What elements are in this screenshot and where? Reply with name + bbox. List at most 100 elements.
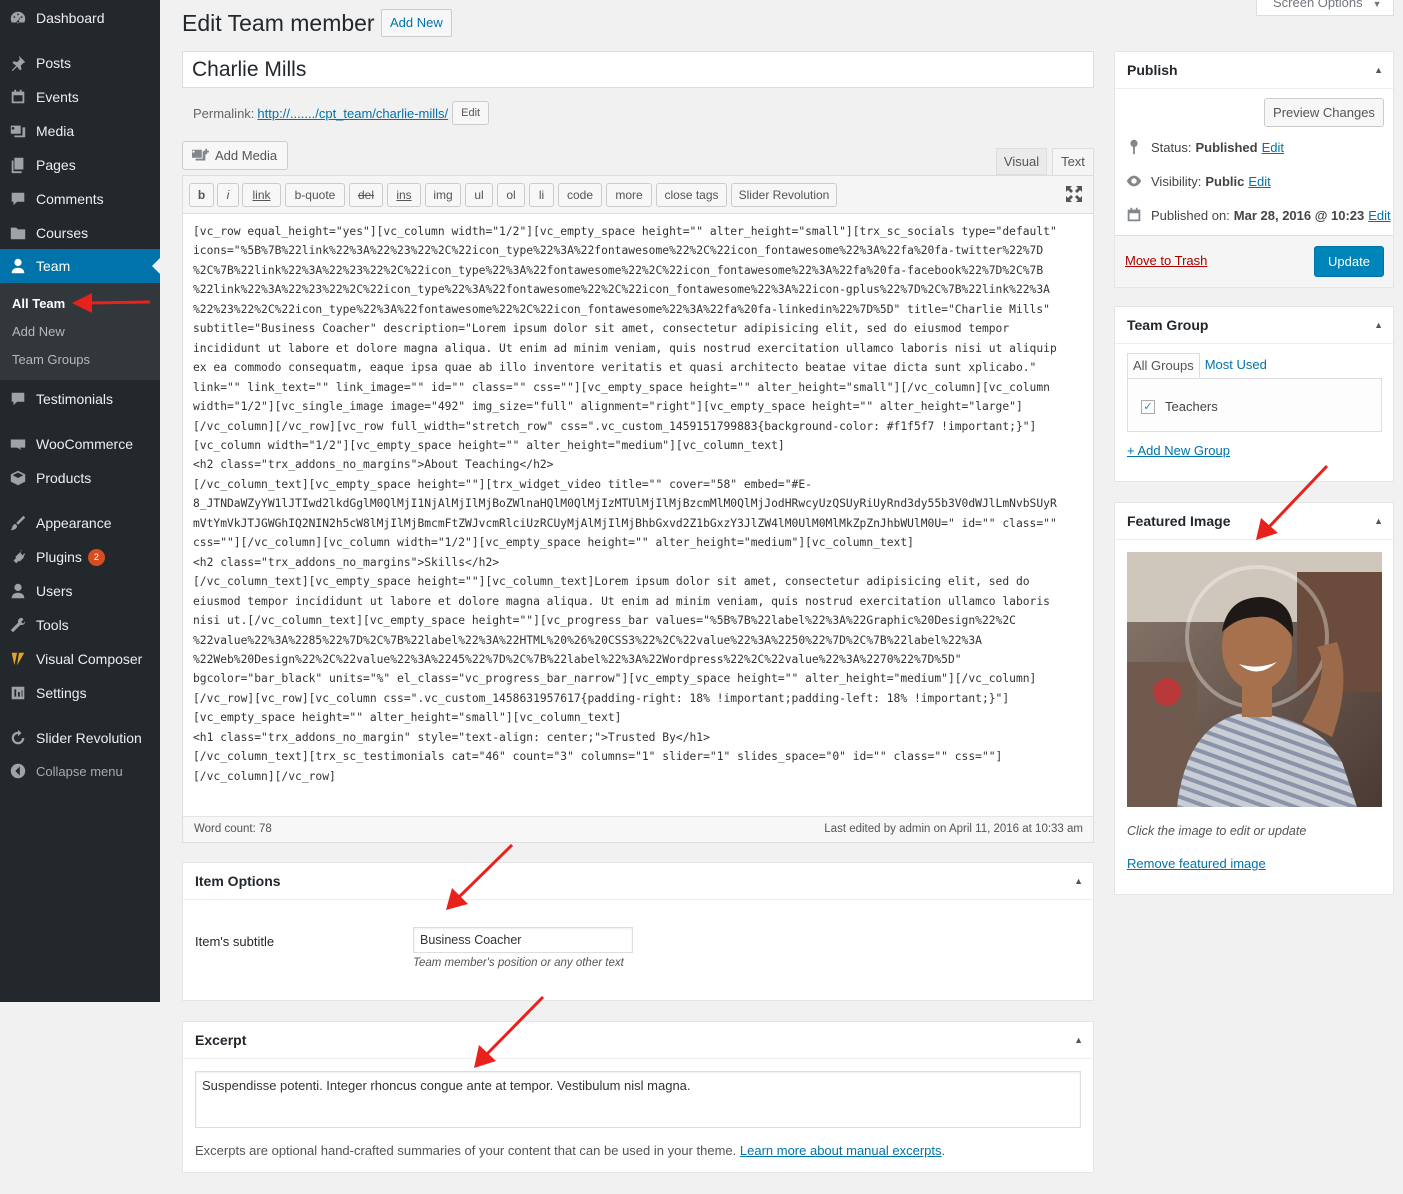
qt-img-button[interactable]: img [425, 183, 461, 207]
qt-ins-button[interactable]: ins [387, 183, 421, 207]
box-icon [0, 469, 36, 487]
submenu-add-new[interactable]: Add New [12, 324, 65, 339]
edit-permalink-button[interactable]: Edit [452, 101, 490, 125]
sidebar-label: Visual Composer [36, 651, 143, 667]
qt-slider-revolution-button[interactable]: Slider Revolution [731, 183, 837, 207]
qt-ol-button[interactable]: ol [497, 183, 525, 207]
toggle-arrow-icon[interactable]: ▲ [1074, 863, 1083, 900]
edit-visibility-link[interactable]: Edit [1248, 174, 1270, 189]
collapse-menu-button[interactable]: Collapse menu [0, 754, 160, 788]
sidebar-label: Collapse menu [36, 763, 123, 779]
sidebar-item-plugins[interactable]: Plugins 2 [0, 540, 160, 574]
publish-actions: Move to Trash Update [1115, 235, 1393, 287]
team-group-header[interactable]: Team Group ▲ [1115, 307, 1393, 344]
toggle-arrow-icon[interactable]: ▲ [1374, 307, 1383, 344]
team-submenu: All Team Add New Team Groups [0, 283, 160, 380]
eye-icon [1126, 175, 1142, 187]
qt-close-tags-button[interactable]: close tags [656, 183, 727, 207]
screen-options-button[interactable]: Screen Options ▼ [1256, 0, 1394, 16]
pin-icon [0, 54, 36, 72]
edit-status-link[interactable]: Edit [1262, 140, 1284, 155]
editor-status-bar: Word count: 78 Last edited by admin on A… [183, 816, 1093, 842]
sidebar-item-media[interactable]: Media [0, 114, 160, 148]
remove-featured-image-link[interactable]: Remove featured image [1127, 856, 1266, 871]
excerpt-box: Excerpt ▲ Suspendisse potenti. Integer rh… [182, 1021, 1094, 1173]
qt-bold-button[interactable]: b [189, 183, 214, 207]
qt-italic-button[interactable]: i [217, 183, 239, 207]
user-icon [0, 582, 36, 600]
sidebar-item-courses[interactable]: Courses [0, 216, 160, 250]
permalink-link[interactable]: http://......./cpt_team/charlie-mills/ [257, 106, 448, 121]
checkbox-checked-icon[interactable]: ✓ [1141, 399, 1155, 414]
excerpt-header[interactable]: Excerpt ▲ [183, 1022, 1093, 1059]
qt-code-button[interactable]: code [558, 183, 602, 207]
sidebar-item-products[interactable]: Products [0, 461, 160, 495]
plug-icon [0, 548, 36, 566]
preview-changes-button[interactable]: Preview Changes [1264, 98, 1384, 127]
sidebar-item-slider-revolution[interactable]: Slider Revolution [0, 721, 160, 755]
sidebar-item-pages[interactable]: Pages [0, 148, 160, 182]
sidebar-item-woocommerce[interactable]: WooCommerce [0, 427, 160, 461]
tab-all-groups[interactable]: All Groups [1127, 353, 1200, 378]
fullscreen-icon[interactable] [1065, 185, 1083, 203]
item-options-title: Item Options [195, 873, 281, 889]
sidebar-label: Tools [36, 617, 69, 633]
qt-li-button[interactable]: li [529, 183, 554, 207]
status-row: Status: Published Edit [1125, 138, 1284, 156]
published-value: Mar 28, 2016 @ 10:23 [1233, 207, 1365, 223]
tab-visual[interactable]: Visual [996, 148, 1047, 175]
qt-ul-button[interactable]: ul [465, 183, 493, 207]
update-button[interactable]: Update [1314, 246, 1384, 277]
qt-more-button[interactable]: more [606, 183, 652, 207]
group-item-teachers[interactable]: ✓ Teachers [1141, 399, 1218, 414]
add-media-button[interactable]: Add Media [182, 141, 289, 170]
publish-header[interactable]: Publish ▲ [1115, 52, 1393, 89]
calendar-icon [1127, 207, 1141, 222]
sidebar-label: Products [36, 470, 92, 486]
subtitle-input[interactable]: Business Coacher [413, 927, 633, 953]
sidebar-item-users[interactable]: Users [0, 574, 160, 608]
move-to-trash-link[interactable]: Move to Trash [1125, 253, 1207, 268]
qt-del-button[interactable]: del [349, 183, 383, 207]
add-new-button[interactable]: Add New [381, 9, 452, 37]
sidebar-item-dashboard[interactable]: Dashboard [0, 1, 160, 35]
tab-most-used[interactable]: Most Used [1200, 353, 1272, 378]
post-title-input[interactable]: Charlie Mills [182, 51, 1094, 88]
group-checklist: ✓ Teachers [1127, 378, 1382, 432]
sidebar-item-team[interactable]: Team [0, 249, 160, 283]
toggle-arrow-icon[interactable]: ▲ [1374, 503, 1383, 540]
visibility-row: Visibility: Public Edit [1125, 172, 1271, 190]
sidebar-item-comments[interactable]: Comments [0, 182, 160, 216]
sidebar-item-tools[interactable]: Tools [0, 608, 160, 642]
toggle-arrow-icon[interactable]: ▲ [1374, 52, 1383, 89]
add-media-label: Add Media [215, 148, 278, 163]
item-options-header[interactable]: Item Options ▲ [183, 863, 1093, 900]
comment-icon [0, 390, 36, 408]
qt-blockquote-button[interactable]: b-quote [285, 183, 345, 207]
published-label: Published on: [1151, 207, 1230, 223]
add-new-group-link[interactable]: + Add New Group [1127, 443, 1230, 458]
featured-image-box: Featured Image ▲ Click the image to edit … [1114, 502, 1394, 895]
sidebar-item-testimonials[interactable]: Testimonials [0, 382, 160, 416]
page-title: Edit Team member [182, 10, 375, 36]
vc-icon [0, 650, 36, 668]
editor-content-textarea[interactable]: [vc_row equal_height="yes"][vc_column wi… [193, 222, 1085, 786]
sidebar-item-settings[interactable]: Settings [0, 676, 160, 710]
plugins-update-badge: 2 [87, 548, 105, 566]
excerpt-help-link[interactable]: Learn more about manual excerpts [740, 1143, 942, 1158]
submenu-team-groups[interactable]: Team Groups [12, 352, 90, 367]
edit-date-link[interactable]: Edit [1368, 208, 1390, 223]
featured-image-header[interactable]: Featured Image ▲ [1115, 503, 1393, 540]
submenu-all-team[interactable]: All Team [12, 296, 65, 311]
sidebar-item-events[interactable]: Events [0, 80, 160, 114]
sidebar-item-posts[interactable]: Posts [0, 46, 160, 80]
excerpt-help-text: Excerpts are optional hand-crafted summa… [195, 1143, 737, 1158]
sidebar-item-appearance[interactable]: Appearance [0, 506, 160, 540]
featured-image-photo[interactable] [1127, 552, 1382, 807]
toggle-arrow-icon[interactable]: ▲ [1074, 1022, 1083, 1059]
refresh-icon [0, 729, 36, 747]
sidebar-item-visual-composer[interactable]: Visual Composer [0, 642, 160, 676]
excerpt-textarea[interactable]: Suspendisse potenti. Integer rhoncus con… [195, 1071, 1081, 1128]
tab-text[interactable]: Text [1052, 148, 1094, 176]
qt-link-button[interactable]: link [242, 183, 281, 207]
